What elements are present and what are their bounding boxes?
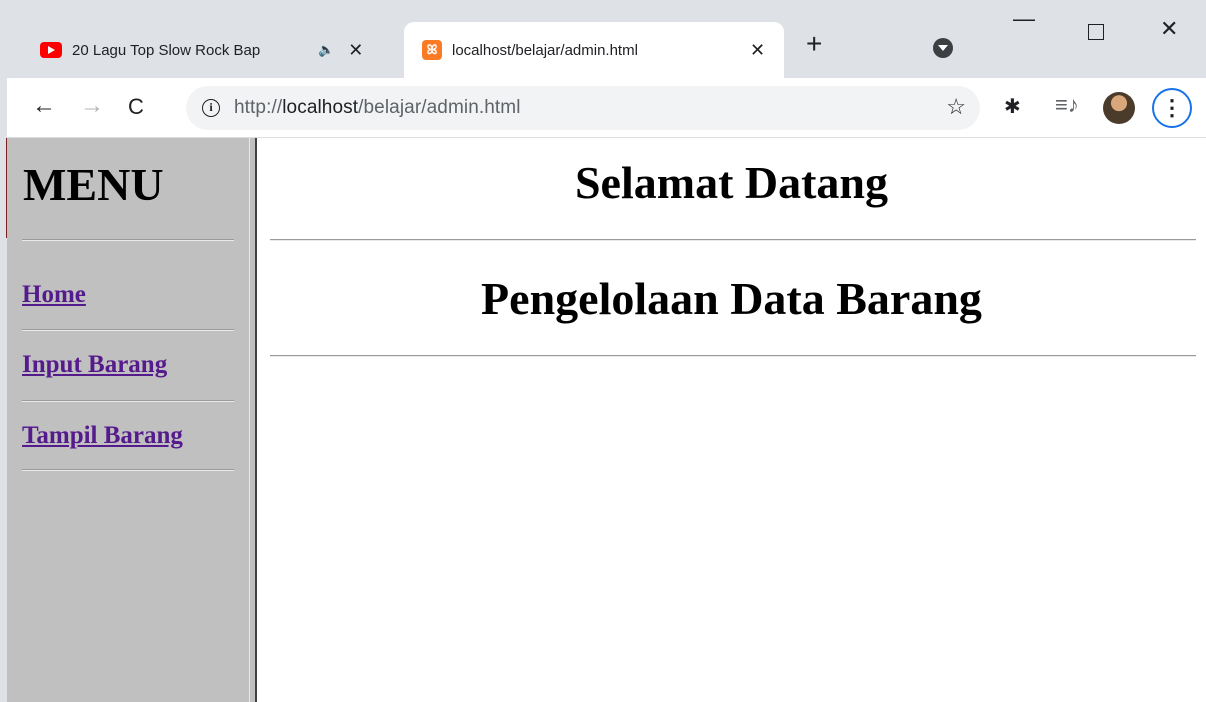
back-icon[interactable]: ← xyxy=(32,92,56,120)
tab-close-icon[interactable]: ✕ xyxy=(348,40,363,61)
bookmark-star-icon[interactable]: ☆ xyxy=(946,94,966,120)
window-left-edge xyxy=(0,0,7,702)
xampp-favicon-icon: ꕤ xyxy=(422,40,442,60)
tab-close-icon[interactable]: ✕ xyxy=(750,40,765,61)
divider xyxy=(270,239,1196,241)
divider xyxy=(22,239,234,241)
divider xyxy=(22,329,234,331)
tab-title: 20 Lagu Top Slow Rock Bap xyxy=(72,41,261,59)
frame-resize-border[interactable] xyxy=(249,138,257,702)
reload-icon[interactable]: C xyxy=(128,94,144,120)
tab-admin[interactable]: ꕤ localhost/belajar/admin.html ✕ xyxy=(404,22,784,78)
divider xyxy=(22,400,234,402)
tab-youtube[interactable]: 20 Lagu Top Slow Rock Bap 🔈 ✕ xyxy=(26,22,396,78)
welcome-heading: Selamat Datang xyxy=(574,157,889,208)
browser-toolbar: ← → C i http://localhost/belajar/admin.h… xyxy=(0,78,1206,138)
audio-playing-icon[interactable]: 🔈 xyxy=(318,42,334,58)
url-text[interactable]: http://localhost/belajar/admin.html xyxy=(234,97,521,119)
sidebar-link-home[interactable]: Home xyxy=(22,281,86,309)
divider xyxy=(270,355,1196,357)
sidebar-frame: MENU Home Input Barang Tampil Barang xyxy=(7,138,249,702)
sidebar-link-input-barang[interactable]: Input Barang xyxy=(22,351,167,379)
browser-menu-icon[interactable]: ⋮ xyxy=(1152,88,1192,128)
divider xyxy=(22,469,234,471)
main-frame: Selamat Datang Pengelolaan Data Barang xyxy=(257,138,1206,702)
tab-title: localhost/belajar/admin.html xyxy=(452,41,638,59)
new-tab-button[interactable]: + xyxy=(806,28,822,60)
minimize-button[interactable]: — xyxy=(1013,6,1035,32)
tab-search-icon[interactable] xyxy=(933,38,953,58)
youtube-icon xyxy=(40,42,62,58)
sidebar-link-tampil-barang[interactable]: Tampil Barang xyxy=(22,422,183,450)
page-heading: Pengelolaan Data Barang xyxy=(481,273,982,324)
forward-icon[interactable]: → xyxy=(80,92,104,120)
info-icon[interactable]: i xyxy=(202,99,220,117)
extensions-icon[interactable]: ✱ xyxy=(1004,94,1021,119)
browser-titlebar: 20 Lagu Top Slow Rock Bap 🔈 ✕ ꕤ localhos… xyxy=(0,0,1206,78)
maximize-button[interactable] xyxy=(1088,24,1104,40)
close-window-button[interactable]: ✕ xyxy=(1160,16,1178,42)
profile-avatar[interactable] xyxy=(1103,92,1135,124)
address-bar[interactable]: i http://localhost/belajar/admin.html ☆ xyxy=(186,86,980,130)
media-control-icon[interactable]: ≡♪ xyxy=(1055,92,1079,118)
menu-title: MENU xyxy=(23,159,164,210)
